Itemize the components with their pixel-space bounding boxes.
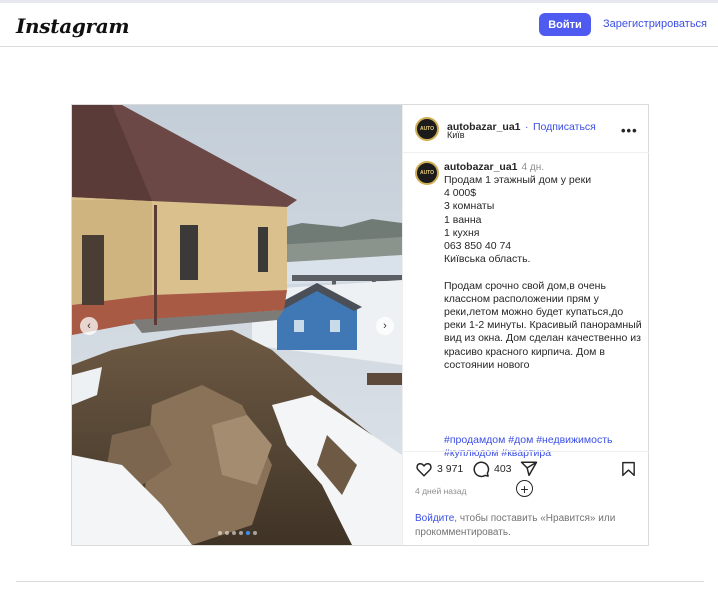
carousel-dot[interactable] (225, 531, 229, 535)
share-icon[interactable] (520, 460, 538, 478)
chevron-left-icon: ‹ (87, 320, 91, 332)
post-photo[interactable]: ‹ › (72, 105, 402, 545)
top-header: Instagram Войти Зарегистрироваться (0, 3, 718, 47)
next-photo-button[interactable]: › (376, 317, 394, 335)
prev-photo-button[interactable]: ‹ (80, 317, 98, 335)
footer-divider (16, 581, 704, 582)
carousel-dot[interactable] (239, 531, 243, 535)
post-age: 4 дней назад (415, 486, 467, 496)
caption-area: AUTO autobazar_ua1 4 дн. Продам 1 этажный… (403, 153, 649, 497)
chevron-right-icon: › (383, 320, 387, 332)
follow-link[interactable]: Подписаться (533, 121, 596, 133)
caption-header: autobazar_ua1 4 дн. (444, 161, 544, 173)
avatar-text: AUTO (419, 170, 435, 176)
post-sidebar: AUTO autobazar_ua1 · Подписаться Київ ••… (402, 105, 649, 545)
avatar[interactable]: AUTO (415, 117, 439, 141)
caption-time: 4 дн. (521, 162, 545, 173)
login-prompt: Войдите, чтобы поставить «Нравится» или … (415, 512, 640, 539)
comments-count[interactable]: 403 (494, 463, 512, 475)
heart-icon[interactable] (415, 460, 433, 478)
login-button[interactable]: Войти (539, 13, 591, 36)
separator-dot: · (524, 121, 529, 133)
post-location[interactable]: Київ (447, 130, 465, 140)
login-link[interactable]: Войдите (415, 513, 454, 524)
caption-avatar[interactable]: AUTO (415, 161, 439, 185)
caption-username[interactable]: autobazar_ua1 (444, 161, 518, 173)
avatar-text: AUTO (419, 126, 435, 132)
post-header: AUTO autobazar_ua1 · Подписаться Київ ••… (403, 105, 649, 153)
post-card: ‹ › AUTO autobazar_ua1 · Подписаться Киї… (71, 104, 649, 546)
author-line: autobazar_ua1 · Подписаться (447, 117, 596, 135)
carousel-dot[interactable] (246, 531, 250, 535)
carousel-dot[interactable] (218, 531, 222, 535)
register-link[interactable]: Зарегистрироваться (603, 18, 707, 30)
more-options-icon[interactable]: ••• (621, 123, 638, 138)
post-actions: 3 971 403 4 дней назад Войдите, чтобы по… (403, 451, 649, 545)
likes-count[interactable]: 3 971 (437, 463, 463, 475)
carousel-dot[interactable] (253, 531, 257, 535)
comment-icon[interactable] (472, 460, 490, 478)
carousel-dot[interactable] (232, 531, 236, 535)
bookmark-icon[interactable] (620, 460, 637, 478)
carousel-dots (218, 531, 257, 535)
house-cliff-image (72, 105, 402, 545)
instagram-logo[interactable]: Instagram (16, 14, 130, 38)
caption-text: Продам 1 этажный дом у реки 4 000$ 3 ком… (444, 174, 642, 371)
